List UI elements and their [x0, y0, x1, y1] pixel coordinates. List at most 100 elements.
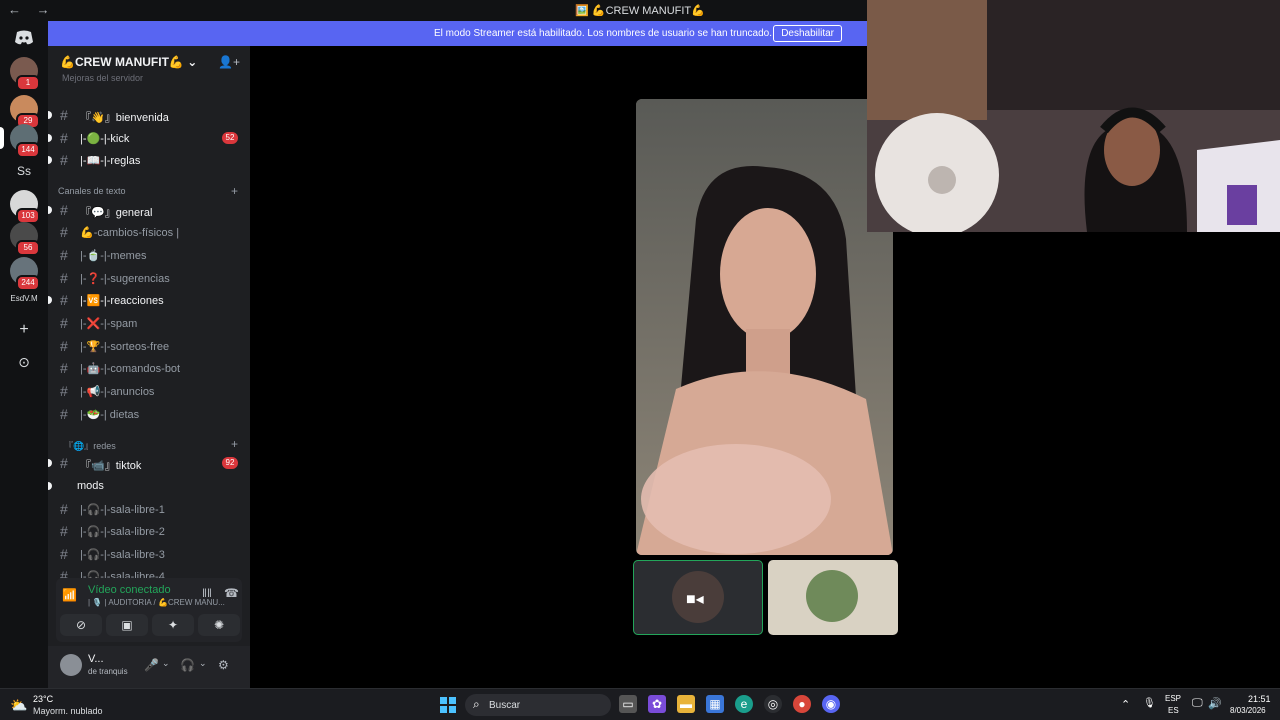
streamer-webcam-overlay [867, 0, 1280, 232]
voice-channel-sala-libre-3[interactable]: # |-🎧-|-sala-libre-3 [48, 543, 250, 565]
headphones-icon[interactable]: 🎧 [180, 658, 195, 672]
participant-video-image [636, 99, 893, 555]
edge-icon[interactable]: e [735, 695, 753, 713]
channel-label: |-🆚-|-reacciones [80, 295, 164, 307]
server-icon-5[interactable]: 103 [10, 190, 40, 224]
discord-home-icon[interactable] [14, 30, 34, 46]
add-server-icon[interactable]: + [0, 321, 48, 339]
store-icon[interactable]: ▦ [706, 695, 724, 713]
noise-suppression-icon[interactable]: ǁǁ [202, 586, 212, 600]
screen-share-button[interactable]: ▣ [106, 614, 148, 636]
chrome-icon[interactable]: ● [793, 695, 811, 713]
network-icon[interactable]: 🖵 [1192, 697, 1203, 710]
task-view-icon[interactable]: ▭ [619, 695, 637, 713]
hash-icon: # [60, 247, 68, 263]
channel-general[interactable]: # 『💬』general [48, 199, 250, 221]
copilot-icon[interactable]: ✿ [648, 695, 666, 713]
add-channel-icon[interactable]: + [231, 437, 238, 451]
clock-date[interactable]: 8/03/2026 [1230, 706, 1266, 715]
chevron-down-icon[interactable]: ⌄ [199, 658, 207, 669]
volume-icon[interactable]: 🔊 [1208, 697, 1222, 710]
voice-channel-sala-libre-1[interactable]: # |-🎧-|-sala-libre-1 [48, 498, 250, 520]
server-icon-3[interactable]: 144 [10, 124, 40, 158]
discover-icon[interactable]: ⊙ [0, 354, 48, 371]
channel-label: 『💬』general [80, 207, 153, 219]
channel-reglas[interactable]: # |-📖-|-reglas [48, 149, 250, 171]
hash-icon: # [60, 130, 68, 146]
category-mods[interactable]: mods [48, 475, 250, 497]
microphone-icon[interactable]: 🎤 [144, 658, 159, 672]
participant-tile-user[interactable] [768, 560, 898, 635]
voice-connection-panel: 📶 Vídeo conectado | 🎙️ | AUDITORIA / 💪CR… [56, 578, 242, 642]
server-icon-2[interactable]: 29 [10, 95, 40, 129]
user-name[interactable]: V... [88, 653, 104, 665]
channel-reacciones[interactable]: # |-🆚-|-reacciones [48, 289, 250, 311]
taskbar-search[interactable]: ⌕ Buscar [465, 694, 611, 716]
file-explorer-icon[interactable]: ▬ [677, 695, 695, 713]
server-icon-7[interactable]: 244 [10, 257, 40, 291]
app-icon[interactable]: ◎ [764, 695, 782, 713]
clock-time[interactable]: 21:51 [1248, 694, 1271, 704]
signal-icon[interactable]: 📶 [62, 588, 77, 602]
channel-label: |-🤖-|-comandos-bot [80, 363, 181, 375]
channel-kick[interactable]: # |-🟢-|-kick 52 [48, 127, 250, 149]
hash-icon: # [60, 360, 68, 376]
avatar[interactable] [60, 654, 82, 676]
server-badge: 56 [16, 240, 40, 256]
unread-indicator [48, 206, 52, 214]
server-icon-text-esdvm[interactable]: EsdV.M [0, 294, 48, 303]
participant-tile-self[interactable]: ■◂ [633, 560, 763, 635]
add-member-icon[interactable]: 👤+ [218, 55, 240, 69]
channel-label: |-📖-|-reglas [80, 155, 141, 167]
server-badge: 144 [16, 142, 40, 158]
add-channel-icon[interactable]: + [231, 184, 238, 198]
channel-memes[interactable]: # |-🍵-|-memes [48, 244, 250, 266]
chevron-down-icon[interactable]: ⌄ [162, 658, 170, 669]
tray-microphone-icon[interactable]: 🎙 [1143, 698, 1156, 709]
language-top[interactable]: ESP [1165, 694, 1181, 703]
channel-cambios-fisicos[interactable]: # 💪-cambios-físicos | [48, 221, 250, 243]
hash-icon: # [60, 406, 68, 422]
disable-streamer-button[interactable]: Deshabilitar [773, 25, 842, 42]
channel-tiktok[interactable]: # 『📹』tiktok 92 [48, 452, 250, 474]
category-redes[interactable]: 『🌐』redes [64, 439, 116, 452]
weather-desc[interactable]: Mayorm. nublado [33, 706, 103, 716]
server-name: 💪CREW MANUFIT💪 ⌄ [60, 55, 198, 69]
channel-dietas[interactable]: # |-🥗-| dietas [48, 403, 250, 425]
hash-icon: # [60, 107, 68, 123]
windows-start-icon[interactable] [440, 697, 456, 713]
hash-icon: # [60, 501, 68, 517]
camera-off-button[interactable]: ⊘ [60, 614, 102, 636]
channel-label: |-🥗-| dietas [80, 409, 140, 421]
activities-button[interactable]: ✦ [152, 614, 194, 636]
mention-badge: 92 [222, 457, 238, 469]
weather-icon[interactable]: ⛅ [10, 697, 27, 714]
server-icon-6[interactable]: 56 [10, 222, 40, 256]
voice-channel-sala-libre-2[interactable]: # |-🎧-|-sala-libre-2 [48, 520, 250, 542]
hash-icon: # [60, 315, 68, 331]
channel-spam[interactable]: # |-❌-|-spam [48, 312, 250, 334]
focused-video-feed[interactable] [636, 99, 893, 555]
channel-label: |-🎧-|-sala-libre-2 [80, 526, 165, 538]
server-header[interactable]: 💪CREW MANUFIT💪 ⌄ 👤+ Mejoras del servidor [48, 46, 250, 83]
channel-anuncios[interactable]: # |-📢-|-anuncios [48, 380, 250, 402]
discord-window: ← → 🖼️ 💪CREW MANUFIT💪 El modo Streamer e… [0, 0, 1280, 720]
channel-label: |-🟢-|-kick [80, 133, 130, 145]
channel-bienvenida[interactable]: # 『👋』bienvenida [48, 104, 250, 126]
channel-comandos-bot[interactable]: # |-🤖-|-comandos-bot [48, 357, 250, 379]
channel-label: |-🍵-|-memes [80, 250, 147, 262]
discord-app-icon[interactable]: ◉ [822, 695, 840, 713]
soundboard-button[interactable]: ✺ [198, 614, 240, 636]
gear-icon[interactable]: ⚙ [218, 658, 229, 672]
channel-sugerencias[interactable]: # |-❓-|-sugerencias [48, 267, 250, 289]
tray-chevron-up-icon[interactable]: ⌃ [1121, 698, 1130, 711]
server-icon-1[interactable]: 1 [10, 57, 40, 91]
server-icon-text-ss[interactable]: Ss [0, 164, 48, 178]
disconnect-icon[interactable]: ☎ [224, 586, 239, 600]
weather-temp[interactable]: 23°C [33, 694, 53, 704]
channel-sorteos-free[interactable]: # |-🏆-|-sorteos-free [48, 335, 250, 357]
language-bottom[interactable]: ES [1168, 706, 1179, 715]
voice-status[interactable]: Vídeo conectado [88, 584, 171, 596]
category-text-channels[interactable]: Canales de texto [58, 186, 126, 196]
hash-icon: # [60, 152, 68, 168]
